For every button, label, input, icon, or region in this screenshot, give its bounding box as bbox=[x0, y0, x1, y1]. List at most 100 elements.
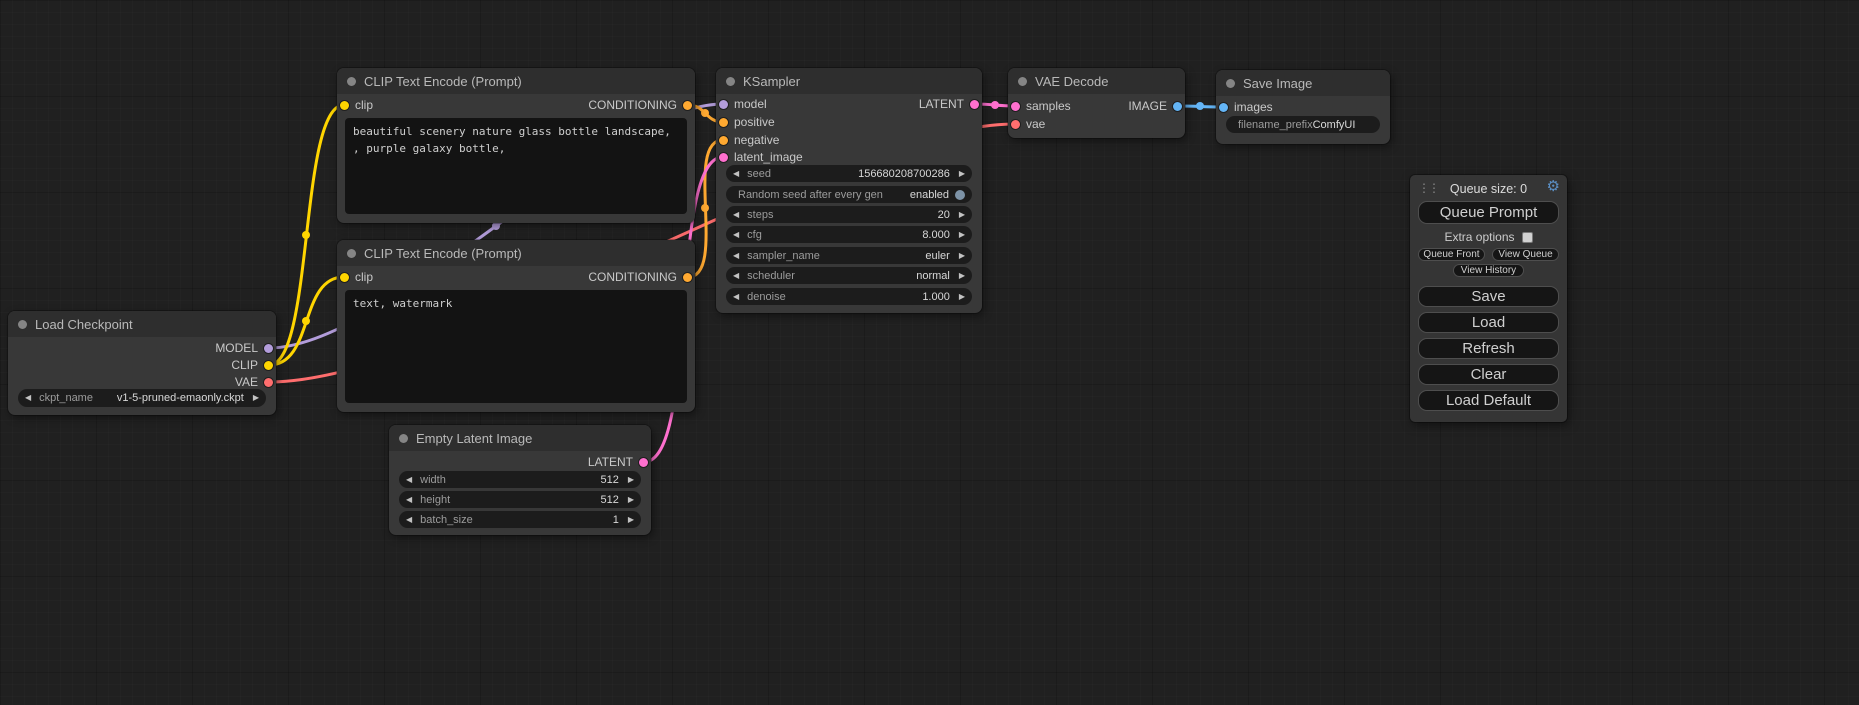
increment-arrow-icon[interactable]: ▶ bbox=[628, 476, 634, 484]
widget-width[interactable]: ◀ width 512 ▶ bbox=[399, 471, 641, 488]
decrement-arrow-icon[interactable]: ◀ bbox=[406, 476, 412, 484]
comfyui-canvas[interactable]: Load Checkpoint MODEL CLIP VAE ◀ ckpt_na… bbox=[0, 0, 1859, 705]
output-slot-conditioning: CONDITIONING bbox=[337, 97, 695, 113]
node-title-bar[interactable]: CLIP Text Encode (Prompt) bbox=[337, 68, 695, 94]
conditioning-slot-dot[interactable] bbox=[683, 273, 692, 282]
collapse-dot-icon[interactable] bbox=[726, 77, 735, 86]
vae-slot-dot[interactable] bbox=[1011, 120, 1020, 129]
output-slot-image: IMAGE bbox=[1008, 98, 1185, 114]
prompt-text-input[interactable]: beautiful scenery nature glass bottle la… bbox=[345, 118, 687, 214]
node-ksampler[interactable]: KSampler model LATENT positive negative … bbox=[716, 68, 982, 313]
wire-midpoint-dot-model[interactable] bbox=[492, 222, 500, 230]
node-save-image[interactable]: Save Image images filename_prefix ComfyU… bbox=[1216, 70, 1390, 144]
increment-arrow-icon[interactable]: ▶ bbox=[959, 272, 965, 280]
decrement-arrow-icon[interactable]: ◀ bbox=[25, 394, 31, 402]
image-slot-dot[interactable] bbox=[1219, 103, 1228, 112]
widget-denoise[interactable]: ◀ denoise 1.000 ▶ bbox=[726, 288, 972, 305]
collapse-dot-icon[interactable] bbox=[399, 434, 408, 443]
widget-steps[interactable]: ◀ steps 20 ▶ bbox=[726, 206, 972, 223]
increment-arrow-icon[interactable]: ▶ bbox=[959, 170, 965, 178]
slot-label: negative bbox=[734, 133, 779, 147]
conditioning-slot-dot[interactable] bbox=[719, 136, 728, 145]
decrement-arrow-icon[interactable]: ◀ bbox=[733, 211, 739, 219]
increment-arrow-icon[interactable]: ▶ bbox=[628, 496, 634, 504]
widget-filename-prefix[interactable]: filename_prefix ComfyUI bbox=[1226, 116, 1380, 133]
node-title-bar[interactable]: CLIP Text Encode (Prompt) bbox=[337, 240, 695, 266]
increment-arrow-icon[interactable]: ▶ bbox=[959, 293, 965, 301]
save-button[interactable]: Save bbox=[1418, 286, 1559, 307]
random-seed-toggle[interactable] bbox=[955, 190, 965, 200]
latent-slot-dot[interactable] bbox=[639, 458, 648, 467]
node-empty-latent-image[interactable]: Empty Latent Image LATENT ◀ width 512 ▶ … bbox=[389, 425, 651, 535]
prompt-text-input[interactable]: text, watermark bbox=[345, 290, 687, 403]
queue-front-button[interactable]: Queue Front bbox=[1418, 248, 1485, 261]
clear-button[interactable]: Clear bbox=[1418, 364, 1559, 385]
load-button[interactable]: Load bbox=[1418, 312, 1559, 333]
node-vae-decode[interactable]: VAE Decode samples IMAGE vae bbox=[1008, 68, 1185, 138]
decrement-arrow-icon[interactable]: ◀ bbox=[733, 170, 739, 178]
widget-control-after-generate[interactable]: Random seed after every gen enabled bbox=[726, 186, 972, 203]
widget-scheduler[interactable]: ◀ scheduler normal ▶ bbox=[726, 267, 972, 284]
widget-seed[interactable]: ◀ seed 156680208700286 ▶ bbox=[726, 165, 972, 182]
extra-options-checkbox[interactable] bbox=[1522, 232, 1533, 243]
view-queue-button[interactable]: View Queue bbox=[1492, 248, 1559, 261]
collapse-dot-icon[interactable] bbox=[1018, 77, 1027, 86]
decrement-arrow-icon[interactable]: ◀ bbox=[406, 516, 412, 524]
widget-label: width bbox=[420, 474, 446, 486]
increment-arrow-icon[interactable]: ▶ bbox=[959, 252, 965, 260]
node-clip-text-encode-positive[interactable]: CLIP Text Encode (Prompt) clip CONDITION… bbox=[337, 68, 695, 223]
queue-size-label: Queue size: 0 bbox=[1410, 182, 1567, 196]
widget-height[interactable]: ◀ height 512 ▶ bbox=[399, 491, 641, 508]
latent-slot-dot[interactable] bbox=[719, 153, 728, 162]
load-default-button[interactable]: Load Default bbox=[1418, 390, 1559, 411]
wire-midpoint-dot-cond-negative[interactable] bbox=[701, 204, 709, 212]
decrement-arrow-icon[interactable]: ◀ bbox=[733, 231, 739, 239]
wire-midpoint-dot-latent-out[interactable] bbox=[991, 101, 999, 109]
decrement-arrow-icon[interactable]: ◀ bbox=[733, 272, 739, 280]
increment-arrow-icon[interactable]: ▶ bbox=[628, 516, 634, 524]
decrement-arrow-icon[interactable]: ◀ bbox=[406, 496, 412, 504]
node-title-bar[interactable]: KSampler bbox=[716, 68, 982, 94]
decrement-arrow-icon[interactable]: ◀ bbox=[733, 252, 739, 260]
vae-slot-dot[interactable] bbox=[264, 378, 273, 387]
settings-gear-icon[interactable]: ⚙ bbox=[1547, 179, 1560, 194]
wire-midpoint-dot-image[interactable] bbox=[1196, 102, 1204, 110]
output-slot-vae: VAE bbox=[8, 374, 276, 390]
increment-arrow-icon[interactable]: ▶ bbox=[253, 394, 259, 402]
node-title: Save Image bbox=[1243, 76, 1312, 91]
node-title-bar[interactable]: Save Image bbox=[1216, 70, 1390, 96]
image-slot-dot[interactable] bbox=[1173, 102, 1182, 111]
increment-arrow-icon[interactable]: ▶ bbox=[959, 211, 965, 219]
node-title: CLIP Text Encode (Prompt) bbox=[364, 74, 522, 89]
latent-slot-dot[interactable] bbox=[970, 100, 979, 109]
model-slot-dot[interactable] bbox=[264, 344, 273, 353]
collapse-dot-icon[interactable] bbox=[1226, 79, 1235, 88]
widget-sampler-name[interactable]: ◀ sampler_name euler ▶ bbox=[726, 247, 972, 264]
view-history-button[interactable]: View History bbox=[1453, 264, 1524, 277]
widget-value: v1-5-pruned-emaonly.ckpt bbox=[117, 392, 244, 404]
widget-batch-size[interactable]: ◀ batch_size 1 ▶ bbox=[399, 511, 641, 528]
increment-arrow-icon[interactable]: ▶ bbox=[959, 231, 965, 239]
refresh-button[interactable]: Refresh bbox=[1418, 338, 1559, 359]
node-clip-text-encode-negative[interactable]: CLIP Text Encode (Prompt) clip CONDITION… bbox=[337, 240, 695, 412]
wire-midpoint-dot-clip-negative[interactable] bbox=[302, 317, 310, 325]
collapse-dot-icon[interactable] bbox=[347, 77, 356, 86]
widget-label: scheduler bbox=[747, 270, 795, 282]
node-title-bar[interactable]: Empty Latent Image bbox=[389, 425, 651, 451]
node-title-bar[interactable]: Load Checkpoint bbox=[8, 311, 276, 337]
output-slot-conditioning: CONDITIONING bbox=[337, 269, 695, 285]
conditioning-slot-dot[interactable] bbox=[683, 101, 692, 110]
clip-slot-dot[interactable] bbox=[264, 361, 273, 370]
wire-midpoint-dot-cond-positive[interactable] bbox=[701, 109, 709, 117]
collapse-dot-icon[interactable] bbox=[18, 320, 27, 329]
widget-cfg[interactable]: ◀ cfg 8.000 ▶ bbox=[726, 226, 972, 243]
collapse-dot-icon[interactable] bbox=[347, 249, 356, 258]
node-load-checkpoint[interactable]: Load Checkpoint MODEL CLIP VAE ◀ ckpt_na… bbox=[8, 311, 276, 415]
decrement-arrow-icon[interactable]: ◀ bbox=[733, 293, 739, 301]
wire-midpoint-dot-clip-positive[interactable] bbox=[302, 231, 310, 239]
queue-prompt-button[interactable]: Queue Prompt bbox=[1418, 201, 1559, 224]
widget-ckpt-name[interactable]: ◀ ckpt_name v1-5-pruned-emaonly.ckpt ▶ bbox=[18, 389, 266, 407]
queue-menu-panel[interactable]: ⋮⋮ Queue size: 0 ⚙ Queue Prompt Extra op… bbox=[1410, 175, 1567, 422]
node-title-bar[interactable]: VAE Decode bbox=[1008, 68, 1185, 94]
conditioning-slot-dot[interactable] bbox=[719, 118, 728, 127]
